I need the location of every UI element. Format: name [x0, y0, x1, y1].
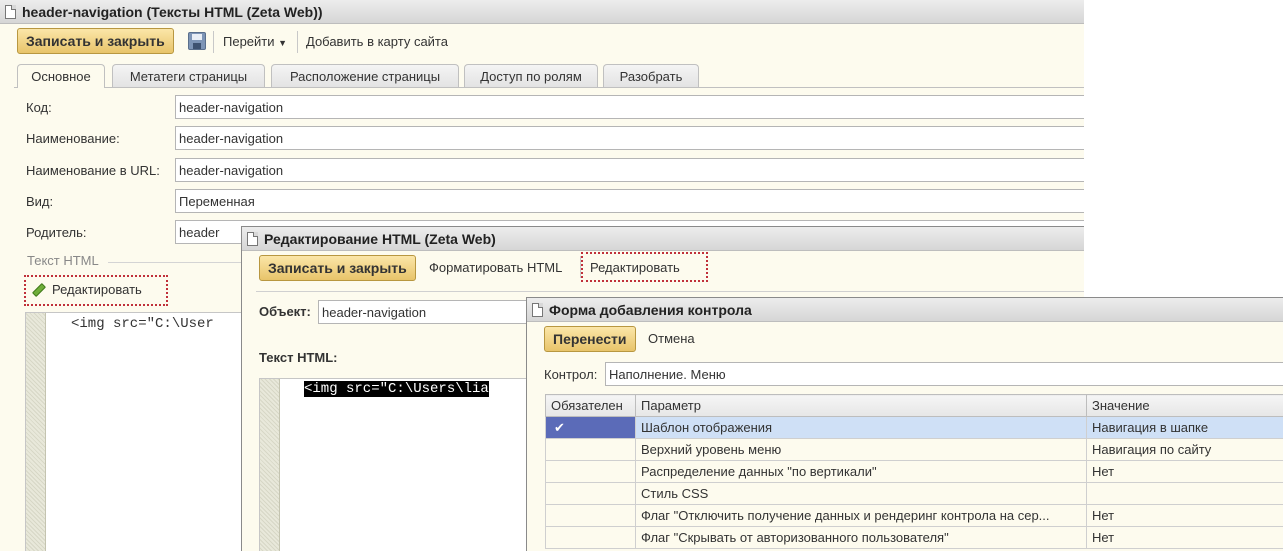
toolbar-divider — [256, 291, 1084, 292]
name-field[interactable]: header-navigation — [175, 126, 1084, 150]
add-sitemap-button[interactable]: Добавить в карту сайта — [306, 34, 448, 49]
document-icon — [532, 302, 543, 317]
table-row[interactable]: Флаг "Отключить получение данных и ренде… — [545, 504, 1283, 527]
code-line: <img src="C:\User — [71, 316, 214, 332]
document-icon — [247, 231, 258, 246]
save-and-close-button[interactable]: Записать и закрыть — [17, 28, 174, 54]
parent-label: Родитель: — [26, 225, 87, 240]
window-titlebar: header-navigation (Тексты HTML (Zeta Web… — [0, 0, 1084, 24]
parameters-table: Обязателен Параметр Значение ✔ Шаблон от… — [545, 394, 1283, 549]
window-title: header-navigation (Тексты HTML (Zeta Web… — [22, 3, 323, 20]
editor-gutter — [260, 379, 280, 551]
tab-parse[interactable]: Разобрать — [603, 64, 699, 87]
tab-strip-line — [14, 87, 1084, 88]
cancel-button[interactable]: Отмена — [648, 331, 695, 346]
tab-meta-tags[interactable]: Метатеги страницы — [112, 64, 265, 87]
window-title: Форма добавления контрола — [549, 301, 752, 318]
tab-main[interactable]: Основное — [17, 64, 105, 88]
window-title: Редактирование HTML (Zeta Web) — [264, 230, 496, 247]
control-field[interactable]: Наполнение. Меню — [605, 362, 1283, 386]
required-cell[interactable] — [545, 526, 636, 549]
value-cell[interactable]: Нет — [1086, 504, 1283, 527]
window-add-control: Форма добавления контрола Перенести Отме… — [526, 297, 1283, 551]
kind-field[interactable]: Переменная — [175, 189, 1084, 213]
toolbar-separator — [213, 31, 214, 53]
save-icon[interactable] — [188, 32, 206, 50]
column-header-required[interactable]: Обязателен — [545, 394, 636, 417]
goto-menu[interactable]: Перейти ▼ — [223, 34, 287, 49]
control-label: Контрол: — [544, 367, 598, 382]
value-cell[interactable]: Нет — [1086, 460, 1283, 483]
code-line-selected: <img src="C:\Users\lia — [304, 381, 489, 397]
window-titlebar: Редактирование HTML (Zeta Web) — [242, 227, 1084, 251]
table-row[interactable]: Верхний уровень меню Навигация по сайту — [545, 438, 1283, 461]
value-cell[interactable] — [1086, 482, 1283, 505]
goto-label: Перейти — [223, 34, 275, 49]
parameter-cell[interactable]: Верхний уровень меню — [635, 438, 1087, 461]
edit-button[interactable]: Редактировать — [31, 282, 142, 297]
window-titlebar: Форма добавления контрола — [527, 298, 1283, 322]
code-label: Код: — [26, 100, 52, 115]
column-header-parameter[interactable]: Параметр — [635, 394, 1087, 417]
table-row[interactable]: Флаг "Скрывать от авторизованного пользо… — [545, 526, 1283, 549]
required-cell[interactable] — [545, 482, 636, 505]
parameter-cell[interactable]: Флаг "Скрывать от авторизованного пользо… — [635, 526, 1087, 549]
parameter-cell[interactable]: Распределение данных "по вертикали" — [635, 460, 1087, 483]
value-cell[interactable]: Навигация в шапке — [1086, 416, 1283, 439]
column-header-value[interactable]: Значение — [1086, 394, 1283, 417]
html-text-label: Текст HTML: — [259, 350, 338, 365]
document-icon — [5, 4, 16, 19]
table-row[interactable]: Распределение данных "по вертикали" Нет — [545, 460, 1283, 483]
value-cell[interactable]: Нет — [1086, 526, 1283, 549]
url-name-label: Наименование в URL: — [26, 163, 160, 178]
edit-button[interactable]: Редактировать — [590, 260, 680, 275]
transfer-button[interactable]: Перенести — [544, 326, 636, 352]
toolbar-separator — [297, 31, 298, 53]
tab-role-access[interactable]: Доступ по ролям — [464, 64, 598, 87]
parameter-cell[interactable]: Стиль CSS — [635, 482, 1087, 505]
value-cell[interactable]: Навигация по сайту — [1086, 438, 1283, 461]
required-cell[interactable]: ✔ — [545, 416, 636, 439]
object-label: Объект: — [259, 304, 311, 319]
pencil-icon — [31, 282, 47, 297]
table-row[interactable]: ✔ Шаблон отображения Навигация в шапке — [545, 416, 1283, 439]
tab-page-location[interactable]: Расположение страницы — [271, 64, 459, 87]
chevron-down-icon: ▼ — [278, 38, 288, 48]
name-label: Наименование: — [26, 131, 120, 146]
table-header-row: Обязателен Параметр Значение — [545, 394, 1283, 417]
save-and-close-button[interactable]: Записать и закрыть — [259, 255, 416, 281]
url-name-field[interactable]: header-navigation — [175, 158, 1084, 182]
required-cell[interactable] — [545, 460, 636, 483]
table-row[interactable]: Стиль CSS — [545, 482, 1283, 505]
format-html-button[interactable]: Форматировать HTML — [429, 260, 562, 275]
required-cell[interactable] — [545, 504, 636, 527]
object-field[interactable]: header-navigation — [318, 300, 538, 324]
html-group-title: Текст HTML — [27, 253, 99, 268]
required-cell[interactable] — [545, 438, 636, 461]
parameter-cell[interactable]: Шаблон отображения — [635, 416, 1087, 439]
kind-label: Вид: — [26, 194, 54, 209]
edit-button-label: Редактировать — [52, 282, 142, 297]
editor-gutter — [26, 313, 46, 551]
parameter-cell[interactable]: Флаг "Отключить получение данных и ренде… — [635, 504, 1087, 527]
code-field[interactable]: header-navigation — [175, 95, 1084, 119]
